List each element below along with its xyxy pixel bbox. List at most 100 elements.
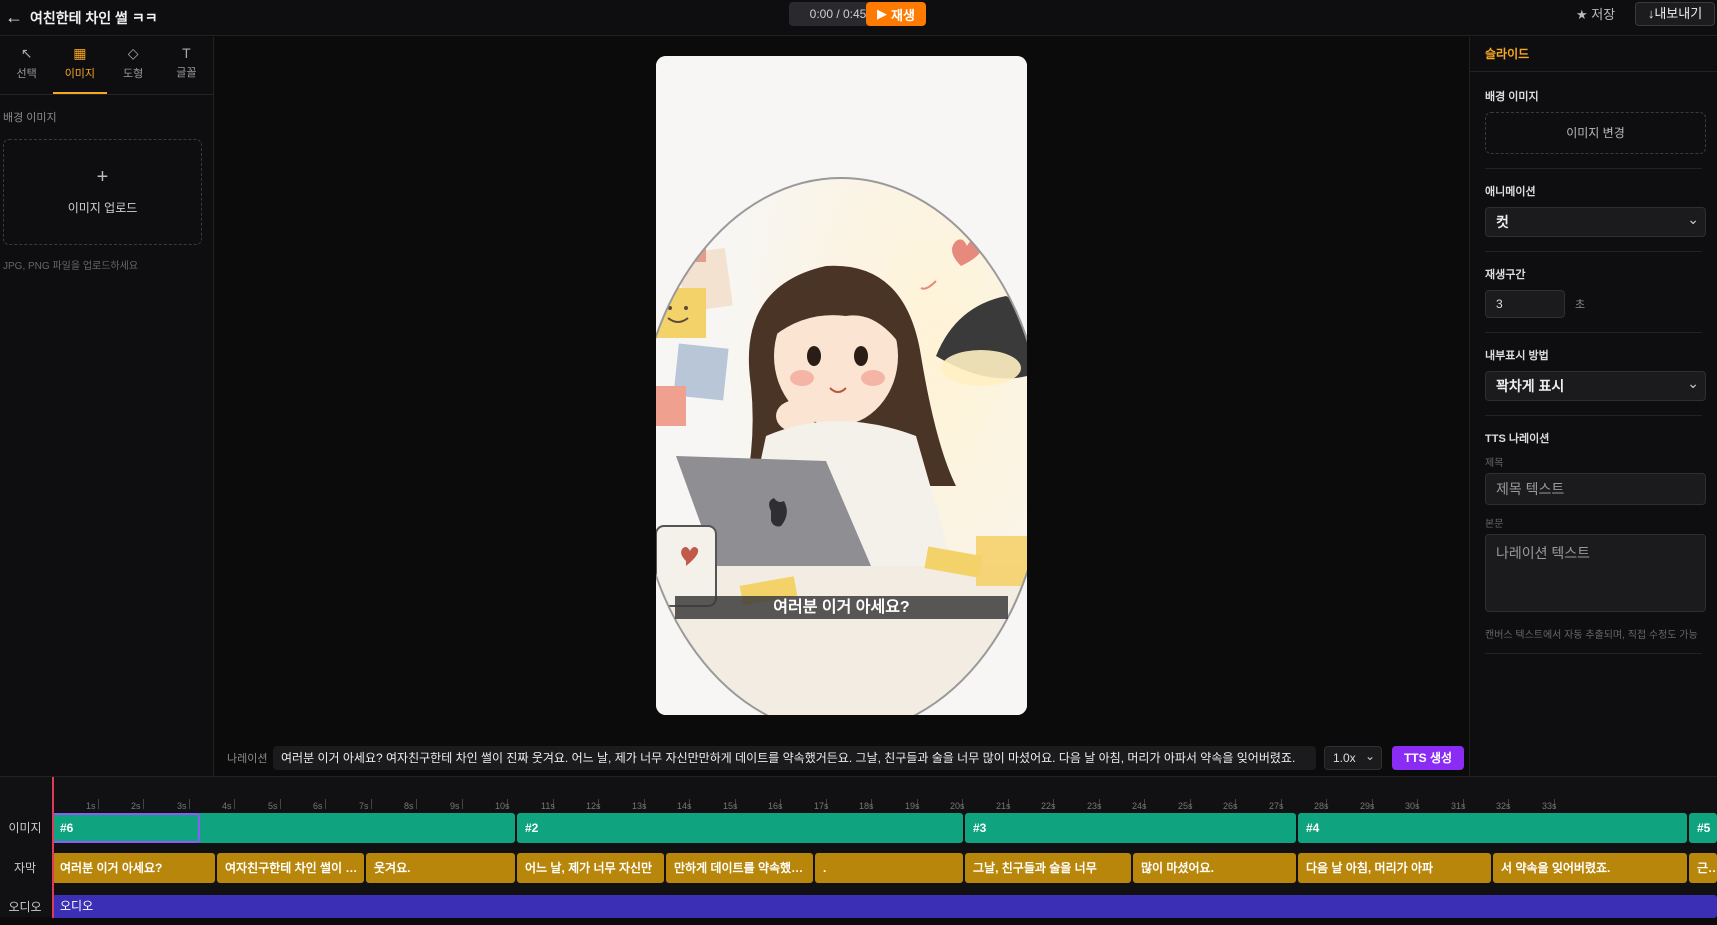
cursor-icon: ↖ xyxy=(20,45,33,61)
image-clip[interactable]: #2 xyxy=(517,813,963,843)
ruler-tick-label: 8s xyxy=(404,801,414,811)
ruler-tick-label: 5s xyxy=(268,801,278,811)
ruler-tick-label: 13s xyxy=(632,801,647,811)
play-icon: ▶ xyxy=(877,6,888,21)
tool-shape-label: 도형 xyxy=(123,68,144,80)
canvas-subtitle[interactable]: 여러분 이거 아세요? xyxy=(675,596,1008,619)
subject-label: 제목 xyxy=(1485,458,1504,469)
ruler-tick-label: 28s xyxy=(1314,801,1329,811)
image-clip[interactable]: #3 xyxy=(965,813,1296,843)
change-image-button[interactable]: 이미지 변경 xyxy=(1485,112,1706,154)
tool-image-label: 이미지 xyxy=(64,68,96,80)
audio-track: 오디오 xyxy=(52,895,1717,925)
export-button[interactable]: ↓내보내기 xyxy=(1635,2,1715,26)
ruler-tick-label: 23s xyxy=(1087,801,1102,811)
save-button[interactable]: ★ 저장 xyxy=(1576,4,1615,23)
ruler-tick-label: 3s xyxy=(177,801,187,811)
timeline-ruler[interactable]: 1s 2s 3s 4s 5s 6s 7s 8s 9s 10s 11s 12s 13s 14s 15s 16s 1… xyxy=(52,777,1717,811)
ruler-tick-label: 21s xyxy=(996,801,1011,811)
ruler-tick-label: 10s xyxy=(495,801,510,811)
audio-clip[interactable]: 오디오 xyxy=(52,895,1717,918)
ruler-tick-label: 24s xyxy=(1132,801,1147,811)
ruler-tick-label: 7s xyxy=(359,801,369,811)
ruler-tick xyxy=(280,799,281,809)
ruler-tick-label: 12s xyxy=(586,801,601,811)
tool-font-label: 글꼴 xyxy=(176,67,197,79)
ruler-tick-label: 29s xyxy=(1360,801,1375,811)
subtitle-clip[interactable]: 어느 날, 제가 너무 자신만 xyxy=(517,853,664,883)
play-button[interactable]: ▶ 재생 xyxy=(866,2,926,26)
ruler-tick-label: 17s xyxy=(814,801,829,811)
speed-select[interactable]: 1.0x xyxy=(1324,745,1382,770)
tool-shape[interactable]: ◇ 도형 xyxy=(107,37,160,94)
subtitle-clip[interactable]: 만하게 데이트를 약속했거든요. xyxy=(666,853,813,883)
ruler-tick-label: 30s xyxy=(1405,801,1420,811)
duration-unit: 초 xyxy=(1575,299,1586,311)
ruler-tick xyxy=(416,799,417,809)
ruler-tick-label: 14s xyxy=(677,801,692,811)
subtitle-clip[interactable]: 웃겨요. xyxy=(366,853,515,883)
subtitle-track: 여러분 이거 아세요? 여자친구한테 차인 썰이 진짜 웃겨요. 어느 날, 제… xyxy=(52,853,1717,883)
ruler-tick-label: 16s xyxy=(768,801,783,811)
subtitle-clip[interactable]: 여자친구한테 차인 썰이 진짜 xyxy=(217,853,364,883)
back-arrow-icon[interactable]: ← xyxy=(0,7,28,28)
display-mode-select[interactable]: 꽉차게 표시 xyxy=(1485,369,1706,401)
project-title: 여친한테 차인 썰 ㅋㅋ xyxy=(30,9,158,26)
subtitle-clip[interactable]: . xyxy=(815,853,963,883)
play-button-label: 재생 xyxy=(891,7,915,23)
divider xyxy=(1485,415,1702,416)
narration-input[interactable]: 여러분 이거 아세요? 여자친구한테 차인 썰이 진짜 웃겨요. 어느 날, 제… xyxy=(273,746,1316,770)
narration-label: 나레이션 xyxy=(227,753,268,765)
tts-generate-button[interactable]: TTS 생성 xyxy=(1392,746,1464,770)
playhead[interactable] xyxy=(52,777,54,918)
divider xyxy=(1485,251,1702,252)
subject-input[interactable]: 제목 텍스트 xyxy=(1485,473,1706,505)
upload-label: 이미지 업로드 xyxy=(67,201,138,215)
star-icon: ★ xyxy=(1576,7,1588,22)
ruler-tick-label: 2s xyxy=(131,801,141,811)
slide-panel-header: 슬라이드 xyxy=(1470,37,1717,72)
ruler-tick-label: 11s xyxy=(541,801,555,811)
tts-hint: 캔버스 텍스트에서 자동 추출되며, 직접 수정도 가능 xyxy=(1485,630,1698,641)
ruler-tick xyxy=(189,799,190,809)
subtitle-clip[interactable]: 근데 xyxy=(1689,853,1717,883)
track-label-subtitle: 자막 xyxy=(13,861,37,875)
track-label-image: 이미지 xyxy=(8,821,42,835)
body-textarea[interactable]: 나레이션 텍스트 xyxy=(1485,534,1706,612)
track-label-audio: 오디오 xyxy=(8,900,42,914)
right-panel: 슬라이드 배경 이미지 이미지 변경 애니메이션 컷 재생구간 3 초 내부표시… xyxy=(1469,37,1717,776)
upload-hint: JPG, PNG 파일을 업로드하세요 xyxy=(3,261,139,272)
narration-bar: 나레이션 여러분 이거 아세요? 여자친구한테 차인 썰이 진짜 웃겨요. 어느… xyxy=(215,740,1468,776)
text-icon: T xyxy=(182,45,191,61)
image-track: #6 #2 #3 #4 #5 xyxy=(52,813,1717,843)
subtitle-clip[interactable]: 다음 날 아침, 머리가 아파 xyxy=(1298,853,1491,883)
subtitle-clip[interactable]: 서 약속을 잊어버렸죠. xyxy=(1493,853,1687,883)
image-upload-dropzone[interactable]: + 이미지 업로드 xyxy=(3,139,202,245)
tool-font[interactable]: T 글꼴 xyxy=(160,37,213,94)
ruler-tick-label: 32s xyxy=(1496,801,1511,811)
subtitle-clip[interactable]: 그날, 친구들과 술을 너무 xyxy=(965,853,1131,883)
image-clip[interactable]: #5 xyxy=(1689,813,1717,843)
divider xyxy=(1485,653,1702,654)
body-label: 본문 xyxy=(1485,519,1504,530)
ruler-tick-label: 19s xyxy=(905,801,920,811)
plus-icon: + xyxy=(96,166,109,188)
tool-select[interactable]: ↖ 선택 xyxy=(0,37,53,94)
image-clip-selected[interactable]: #6 xyxy=(52,813,200,843)
duration-input[interactable]: 3 xyxy=(1485,290,1565,318)
ruler-tick-label: 25s xyxy=(1178,801,1193,811)
left-panel: ↖ 선택 ▦ 이미지 ◇ 도형 T 글꼴 배경 이미지 + 이미지 업로드 JP… xyxy=(0,37,214,776)
subtitle-clip[interactable]: 많이 마셨어요. xyxy=(1133,853,1296,883)
ruler-tick xyxy=(98,799,99,809)
image-clip[interactable]: #4 xyxy=(1298,813,1687,843)
ruler-tick xyxy=(325,799,326,809)
animation-select[interactable]: 컷 xyxy=(1485,205,1706,237)
ruler-tick-label: 31s xyxy=(1451,801,1466,811)
subtitle-clip[interactable]: 여러분 이거 아세요? xyxy=(52,853,215,883)
tool-image[interactable]: ▦ 이미지 xyxy=(53,37,107,94)
canvas-area: 여러분 이거 아세요? xyxy=(215,37,1468,733)
ruler-tick-label: 18s xyxy=(859,801,874,811)
slide-canvas[interactable]: 여러분 이거 아세요? xyxy=(656,56,1027,715)
ruler-tick-label: 27s xyxy=(1269,801,1284,811)
ruler-tick-label: 6s xyxy=(313,801,323,811)
